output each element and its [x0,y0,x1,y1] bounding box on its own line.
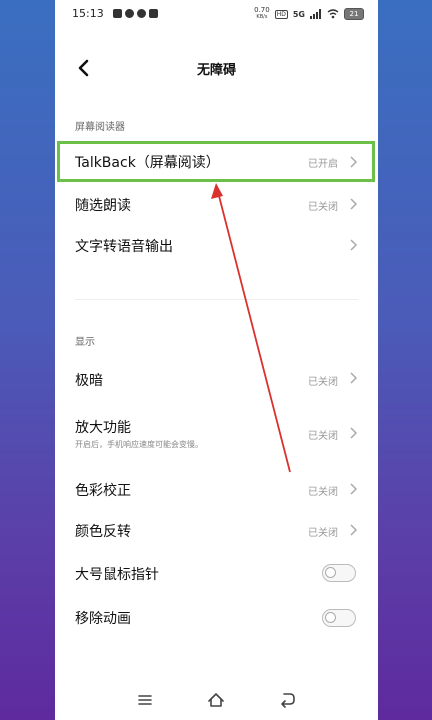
color-correction-title: 色彩校正 [75,483,131,499]
chevron-right-icon [350,483,358,495]
remove-animations-row: 移除动画 [55,597,378,639]
magnification-title: 放大功能 [75,420,131,436]
chevron-right-icon [350,198,358,210]
speed-indicator: 0.70 KB/s [254,7,270,21]
wechat-icon [125,9,134,18]
menu-icon[interactable] [135,690,155,710]
extra-dim-title: 极暗 [75,373,103,389]
speed-value: 0.70 [254,6,270,14]
network-type: 5G [292,9,305,19]
large-pointer-row: 大号鼠标指针 [55,552,378,594]
mail-icon [149,9,158,18]
tts-row[interactable]: 文字转语音输出 [55,225,378,267]
select-to-speak-status: 已关闭 [308,202,338,213]
chevron-right-icon [350,239,358,251]
extra-dim-row[interactable]: 极暗 已关闭 [55,358,378,400]
status-bar: 15:13 0.70 KB/s HD 5G 21 [55,0,378,30]
large-pointer-toggle[interactable] [322,564,356,582]
wifi-icon [327,9,339,19]
extra-dim-status: 已关闭 [308,377,338,388]
chevron-right-icon [350,524,358,536]
magnification-status: 已关闭 [308,431,338,442]
message-icon [137,9,146,18]
color-inversion-row[interactable]: 颜色反转 已关闭 [55,509,378,551]
magnification-row[interactable]: 放大功能 开启后，手机响应速度可能会变慢。 已关闭 [55,405,378,461]
home-icon[interactable] [206,690,226,710]
gallery-icon [113,9,122,18]
notification-icons [113,9,158,18]
page-header: 无障碍 [55,48,378,88]
signal-icon [310,9,321,19]
remove-animations-toggle[interactable] [322,609,356,627]
phone-screen: 15:13 0.70 KB/s HD 5G 21 无障碍 屏幕阅读器 TalkB… [55,0,378,720]
magnification-subtitle: 开启后，手机响应速度可能会变慢。 [75,440,203,449]
speed-unit: KB/s [256,14,268,20]
section-label-display: 显示 [75,337,95,348]
select-to-speak-title: 随选朗读 [75,198,131,214]
highlight-box [57,141,375,182]
toggle-knob [325,567,336,578]
remove-animations-title: 移除动画 [75,611,131,627]
tts-title: 文字转语音输出 [75,239,173,255]
toggle-knob [325,612,336,623]
chevron-right-icon [350,427,358,439]
section-label-screen-reader: 屏幕阅读器 [75,122,125,133]
chevron-right-icon [350,372,358,384]
status-time: 15:13 [72,7,104,20]
status-right-icons: 0.70 KB/s HD 5G 21 [254,7,364,21]
divider [75,299,358,300]
color-inversion-title: 颜色反转 [75,524,131,540]
color-correction-status: 已关闭 [308,487,338,498]
battery-icon: 21 [344,8,364,20]
color-inversion-status: 已关闭 [308,528,338,539]
color-correction-row[interactable]: 色彩校正 已关闭 [55,467,378,509]
large-pointer-title: 大号鼠标指针 [75,567,159,583]
select-to-speak-row[interactable]: 随选朗读 已关闭 [55,183,378,225]
hd-icon: HD [274,9,288,19]
back-icon[interactable] [278,690,298,710]
navigation-bar [55,680,378,720]
page-title: 无障碍 [196,63,236,78]
